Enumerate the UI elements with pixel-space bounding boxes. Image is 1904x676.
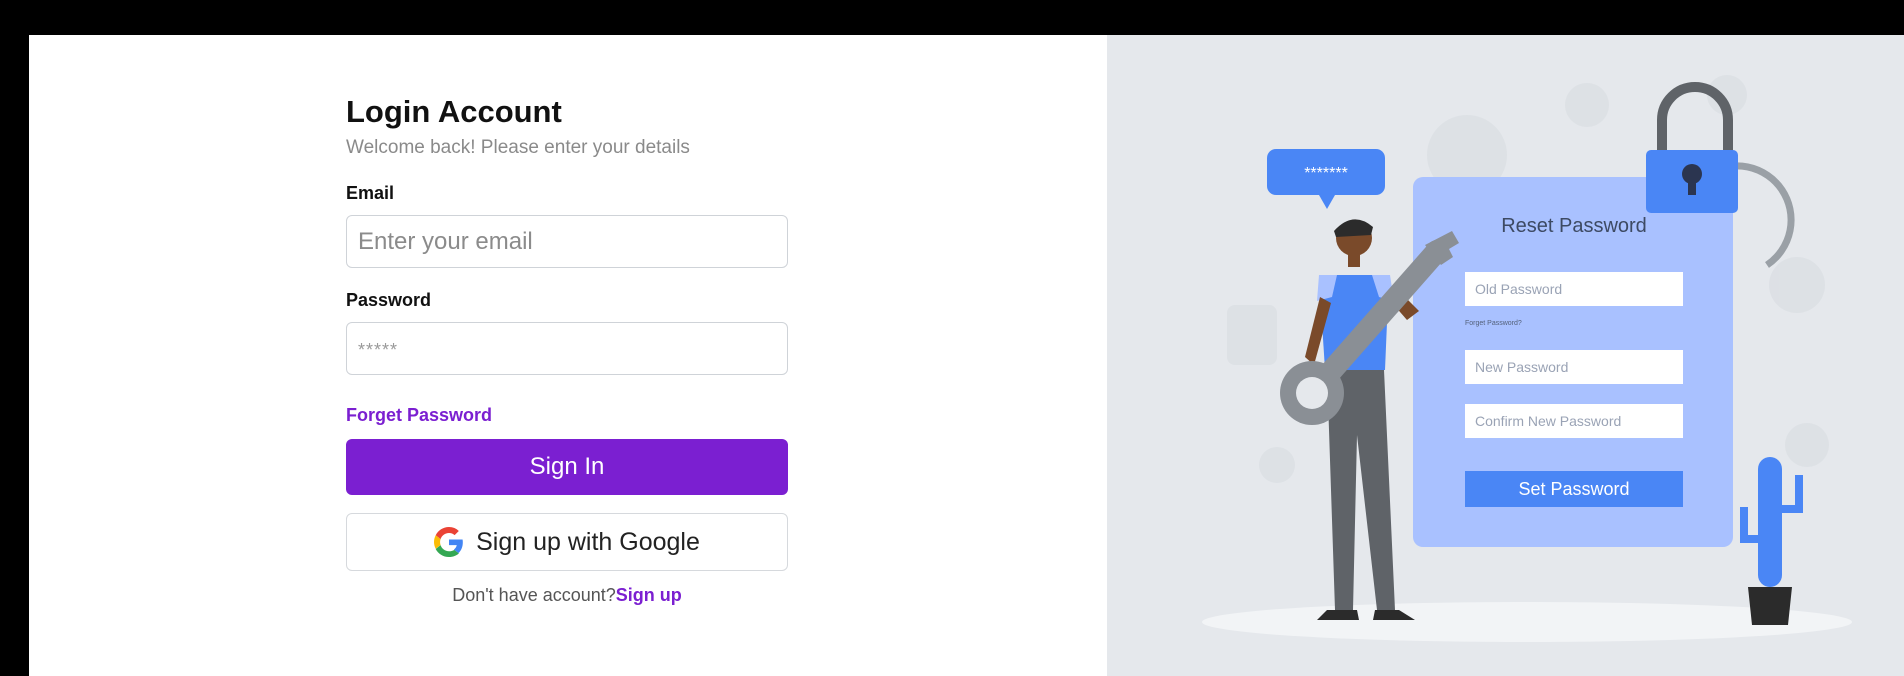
reset-card-title: Reset Password	[1501, 215, 1647, 237]
new-password-placeholder: New Password	[1475, 359, 1568, 375]
password-bubble: *******	[1267, 149, 1385, 209]
forget-password-link[interactable]: Forget Password	[346, 405, 788, 425]
page-frame: Login Account Welcome back! Please enter…	[29, 35, 1904, 676]
bubble-text: *******	[1304, 165, 1348, 182]
reset-password-illustration: Reset Password Old Password Forget Passw…	[1202, 75, 1852, 642]
signup-prompt: Don't have account?Sign up	[346, 585, 788, 606]
confirm-password-placeholder: Confirm New Password	[1475, 413, 1621, 429]
sign-in-button[interactable]: Sign In	[346, 439, 788, 495]
password-field[interactable]	[346, 322, 788, 375]
page-subtitle: Welcome back! Please enter your details	[346, 137, 690, 158]
email-label: Email	[346, 183, 395, 203]
google-icon	[434, 527, 463, 557]
google-button-label: Sign up with Google	[476, 527, 700, 556]
forget-password-small: Forget Password?	[1465, 320, 1522, 327]
no-account-text: Don't have account?	[452, 585, 616, 605]
sign-up-link[interactable]: Sign up	[616, 585, 682, 605]
old-password-placeholder: Old Password	[1475, 281, 1562, 297]
cactus-plant	[1740, 457, 1803, 625]
page-title: Login Account	[346, 94, 562, 129]
password-label: Password	[346, 290, 432, 310]
google-signup-button[interactable]: Sign up with Google	[346, 513, 788, 571]
illustration-panel: Reset Password Old Password Forget Passw…	[1107, 35, 1904, 676]
login-form: Login Account Welcome back! Please enter…	[346, 93, 788, 606]
login-panel: Login Account Welcome back! Please enter…	[29, 35, 1107, 676]
email-field[interactable]	[346, 215, 788, 268]
set-password-label: Set Password	[1518, 479, 1629, 499]
